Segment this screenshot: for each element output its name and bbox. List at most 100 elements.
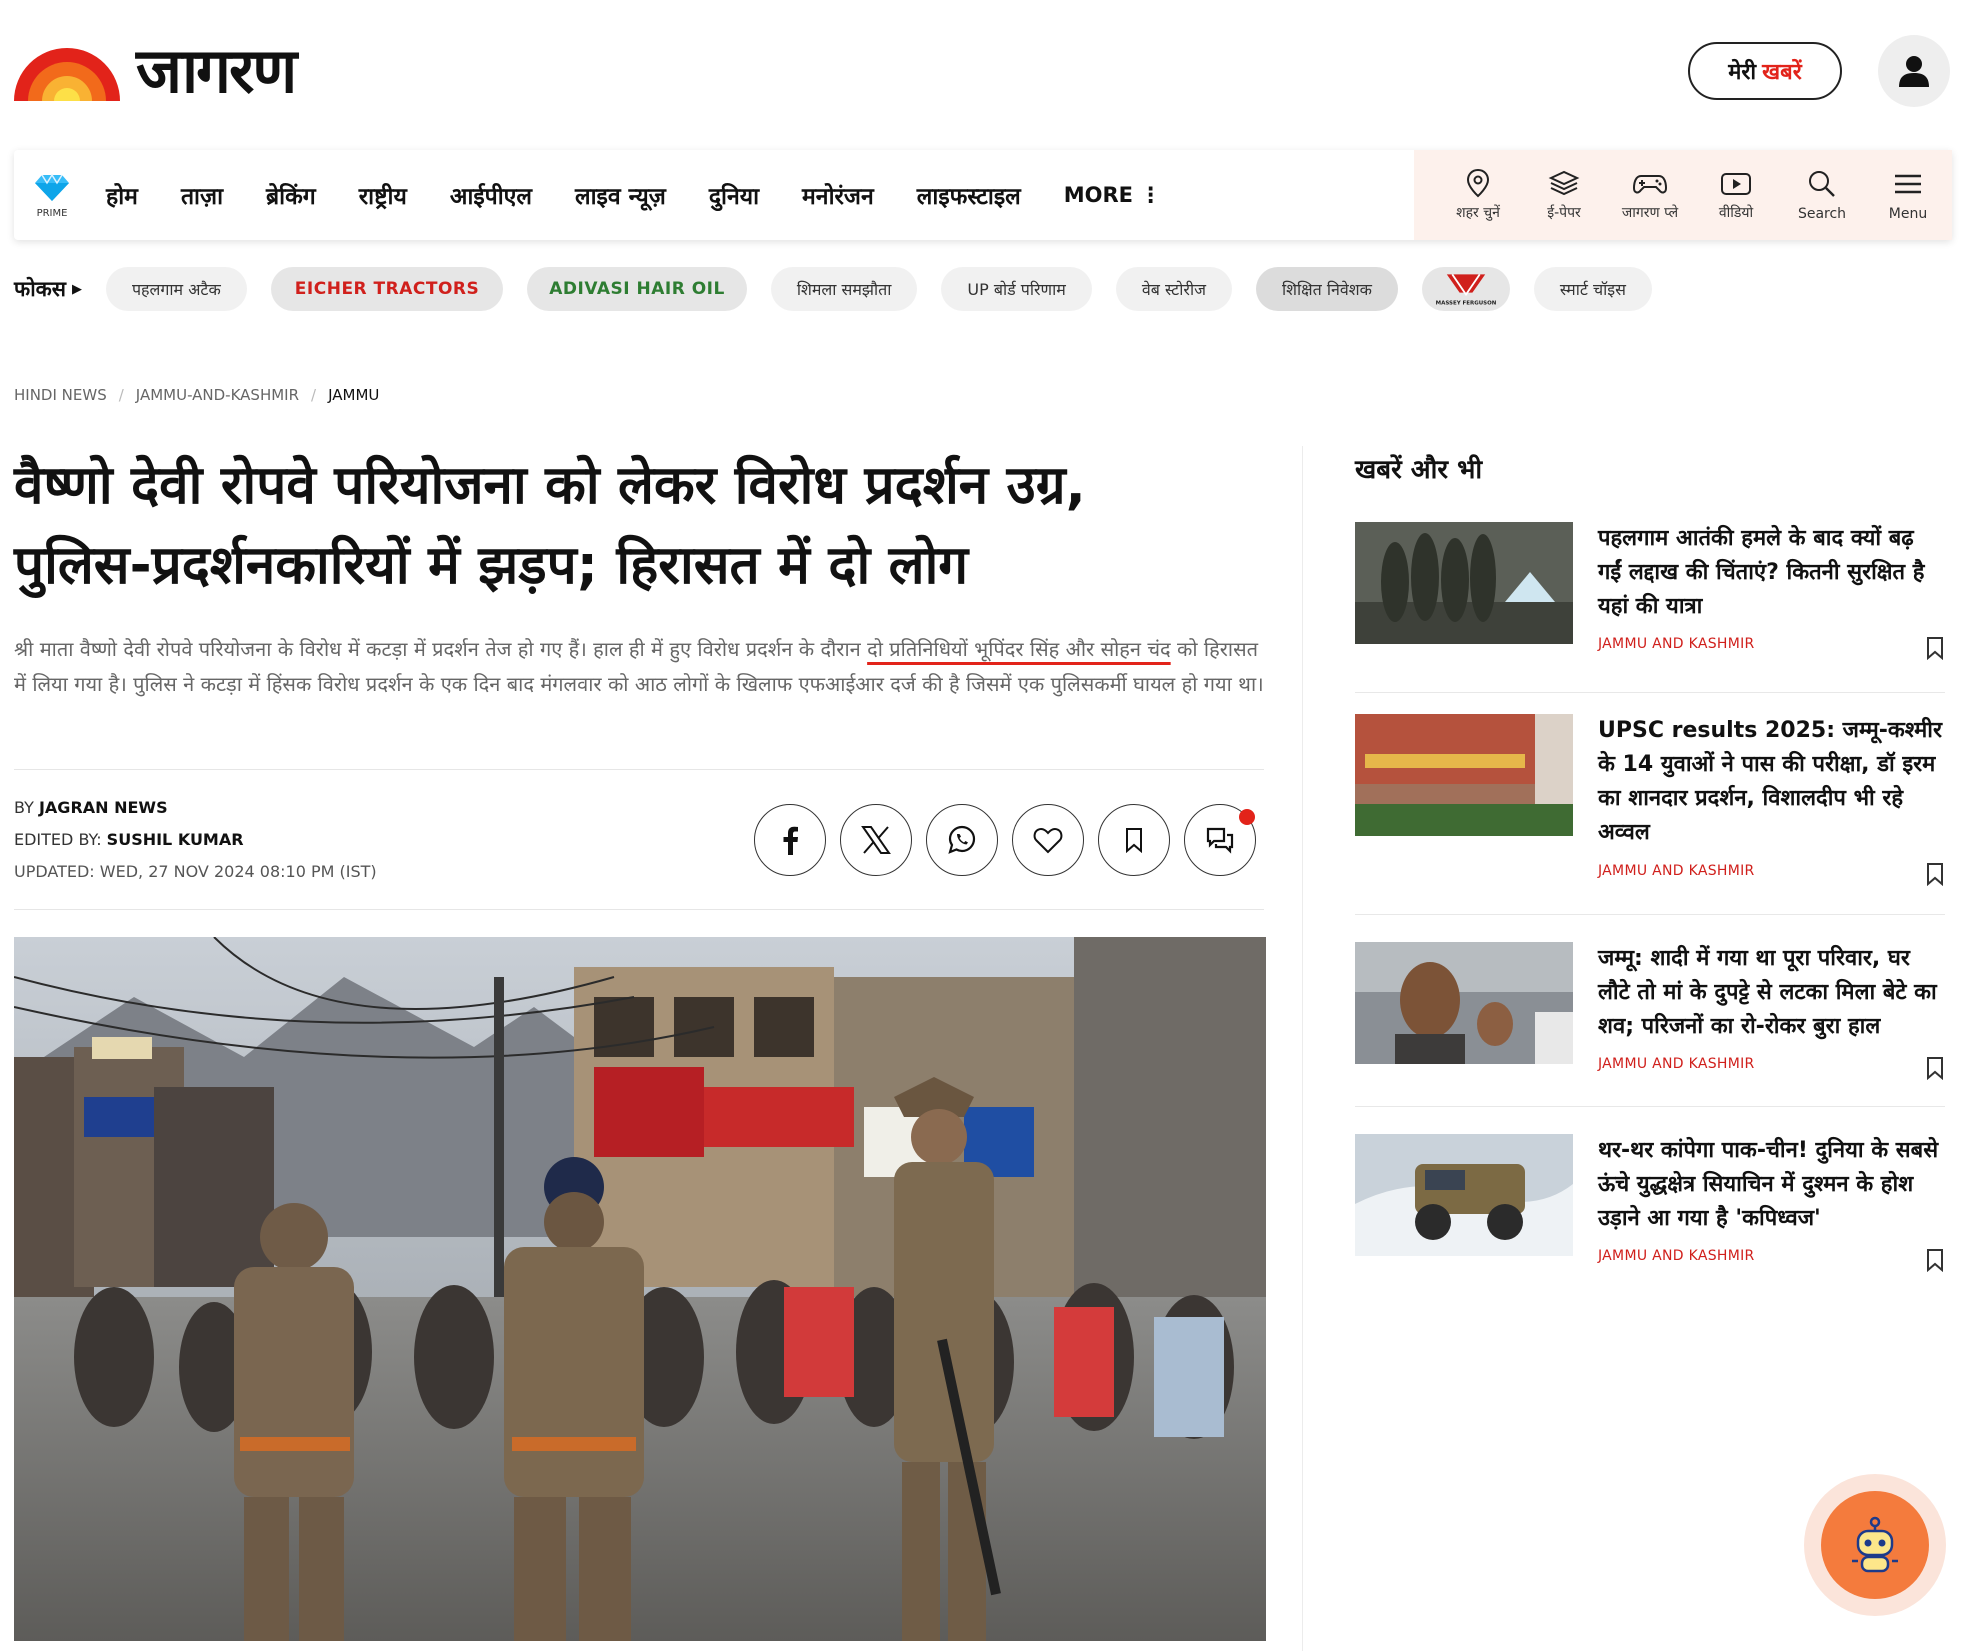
choose-city-label: शहर चुनें <box>1456 205 1500 221</box>
focus-chip-shimla[interactable]: शिमला समझौता <box>770 267 918 311</box>
news-headline[interactable]: थर-थर कांपेगा पाक-चीन! दुनिया के सबसे ऊं… <box>1598 1134 1943 1236</box>
gamepad-icon <box>1633 175 1667 194</box>
sidebar-news-card[interactable]: पहलगाम आतंकी हमले के बाद क्यों बढ़ गईं ल… <box>1355 522 1945 672</box>
nav-item-ipl[interactable]: आईपीएल <box>450 179 532 211</box>
news-category[interactable]: JAMMU AND KASHMIR <box>1598 1056 1755 1072</box>
bookmark-icon[interactable] <box>1925 636 1945 660</box>
comments-button[interactable] <box>1184 804 1256 876</box>
byline: BY JAGRAN NEWS <box>14 798 168 817</box>
focus-chip-web-stories[interactable]: वेब स्टोरीज <box>1115 267 1232 311</box>
main-navbar: PRIME होम ताज़ा ब्रेकिंग राष्ट्रीय आईपीए… <box>14 150 1952 240</box>
jagran-play-label: जागरण प्ले <box>1621 205 1679 221</box>
news-headline[interactable]: UPSC results 2025: जम्मू-कश्मीर के 14 यु… <box>1598 714 1943 850</box>
video-button[interactable]: वीडियो <box>1694 168 1778 222</box>
nav-item-national[interactable]: राष्ट्रीय <box>359 179 407 211</box>
robot-icon <box>1852 1516 1898 1573</box>
divider <box>1355 692 1945 693</box>
breadcrumb-hindi-news[interactable]: HINDI NEWS <box>14 386 107 404</box>
news-thumbnail[interactable] <box>1355 714 1573 836</box>
breadcrumb-jammu-kashmir[interactable]: JAMMU-AND-KASHMIR <box>136 386 299 404</box>
focus-chip-adivasi-ad[interactable]: ADIVASI HAIR OIL <box>527 267 747 311</box>
news-thumbnail[interactable] <box>1355 942 1573 1064</box>
nav-menu: होम ताज़ा ब्रेकिंग राष्ट्रीय आईपीएल लाइव… <box>106 150 1161 240</box>
news-thumbnail[interactable] <box>1355 1134 1573 1256</box>
heart-icon <box>1033 828 1063 854</box>
breadcrumb-jammu[interactable]: JAMMU <box>328 386 379 404</box>
man-portrait-thumbnail-image <box>1355 942 1573 1064</box>
bookmark-icon[interactable] <box>1925 862 1945 886</box>
prime-link[interactable]: PRIME <box>32 173 72 219</box>
jagran-logo[interactable]: जागरण <box>14 36 344 106</box>
meri-khabren-button[interactable]: मेरी खबरें <box>1688 42 1842 100</box>
focus-chip-eicher-ad[interactable]: EICHER TRACTORS <box>270 267 504 311</box>
article-summary: श्री माता वैष्णो देवी रोपवे परियोजना के … <box>14 632 1264 702</box>
epaper-button[interactable]: ई-पेपर <box>1522 168 1606 222</box>
author-name[interactable]: JAGRAN NEWS <box>39 798 168 817</box>
video-label: वीडियो <box>1718 205 1754 221</box>
video-play-icon <box>1721 173 1751 195</box>
focus-chip-smart-choice[interactable]: स्मार्ट चॉइस <box>1533 267 1652 311</box>
search-icon <box>1809 170 1835 197</box>
notification-dot <box>1239 809 1255 825</box>
choose-city-button[interactable]: शहर चुनें <box>1436 168 1520 222</box>
user-icon <box>1899 56 1929 87</box>
bookmark-icon[interactable] <box>1925 1056 1945 1080</box>
x-twitter-icon <box>861 826 891 854</box>
diamond-icon <box>35 173 69 201</box>
news-headline[interactable]: जम्मू: शादी में गया था पूरा परिवार, घर ल… <box>1598 942 1943 1044</box>
hamburger-menu-icon <box>1895 174 1921 193</box>
prime-label: PRIME <box>36 208 68 219</box>
summary-part-1: श्री माता वैष्णो देवी रोपवे परियोजना के … <box>14 637 868 661</box>
article-hero-image <box>14 937 1266 1641</box>
headline-line-1: वैष्णो देवी रोपवे परियोजना को लेकर विरोध… <box>14 455 1086 516</box>
jagran-play-button[interactable]: जागरण प्ले <box>1608 168 1692 222</box>
sun-logo-icon <box>14 48 120 101</box>
nav-item-live-news[interactable]: लाइव न्यूज़ <box>575 179 666 211</box>
sidebar-news-card[interactable]: जम्मू: शादी में गया था पूरा परिवार, घर ल… <box>1355 942 1945 1092</box>
column-divider <box>1302 446 1303 1651</box>
x-share-button[interactable] <box>840 804 912 876</box>
logo-wordmark: जागरण <box>136 34 297 107</box>
search-button[interactable]: Search <box>1780 169 1864 222</box>
focus-chip-massey-ferguson[interactable]: MASSEY FERGUSON <box>1421 267 1510 311</box>
nav-item-latest[interactable]: ताज़ा <box>181 179 223 211</box>
focus-chip-pahalgam[interactable]: पहलगाम अटैक <box>105 267 247 311</box>
more-news-title: खबरें और भी <box>1355 455 1483 485</box>
summary-highlight: दो प्रतिनिधियों भूपिंदर सिंह और सोहन चंद <box>867 637 1171 661</box>
bookmark-icon[interactable] <box>1925 1248 1945 1272</box>
divider <box>1355 1106 1945 1107</box>
news-headline[interactable]: पहलगाम आतंकी हमले के बाद क्यों बढ़ गईं ल… <box>1598 522 1943 624</box>
nav-more-button[interactable]: MORE ⋮ <box>1064 183 1162 207</box>
editor-name: SUSHIL KUMAR <box>106 830 244 849</box>
user-account-button[interactable] <box>1878 35 1950 107</box>
soldiers-thumbnail-image <box>1355 522 1573 644</box>
svg-text:MASSEY FERGUSON: MASSEY FERGUSON <box>1436 301 1497 307</box>
sidebar-news-card[interactable]: UPSC results 2025: जम्मू-कश्मीर के 14 यु… <box>1355 714 1945 886</box>
sidebar-news-card[interactable]: थर-थर कांपेगा पाक-चीन! दुनिया के सबसे ऊं… <box>1355 1134 1945 1284</box>
whatsapp-share-button[interactable] <box>926 804 998 876</box>
facebook-share-button[interactable] <box>754 804 826 876</box>
menu-button[interactable]: Menu <box>1866 169 1950 222</box>
nav-item-lifestyle[interactable]: लाइफस्टाइल <box>917 179 1021 211</box>
news-category[interactable]: JAMMU AND KASHMIR <box>1598 863 1755 879</box>
focus-chip-up-board[interactable]: UP बोर्ड परिणाम <box>941 267 1092 311</box>
nav-item-home[interactable]: होम <box>106 179 138 211</box>
bookmark-button[interactable] <box>1098 804 1170 876</box>
nav-item-breaking[interactable]: ब्रेकिंग <box>266 179 316 211</box>
news-category[interactable]: JAMMU AND KASHMIR <box>1598 1248 1755 1264</box>
news-thumbnail[interactable] <box>1355 522 1573 644</box>
nav-item-world[interactable]: दुनिया <box>709 179 759 211</box>
focus-chip-investor[interactable]: शिक्षित निवेशक <box>1255 267 1398 311</box>
whatsapp-icon <box>948 825 976 854</box>
epaper-icon <box>1548 170 1580 196</box>
breadcrumb-separator: / <box>311 386 317 404</box>
nav-item-entertainment[interactable]: मनोरंजन <box>802 179 874 211</box>
bookmark-icon <box>1126 828 1142 853</box>
nav-quick-links: शहर चुनें ई-पेपर जागरण प्ले वीडियो Searc… <box>1414 150 1952 240</box>
news-category[interactable]: JAMMU AND KASHMIR <box>1598 636 1755 652</box>
bot-circle <box>1821 1491 1929 1599</box>
divider <box>14 909 1264 910</box>
ai-assistant-button[interactable] <box>1804 1474 1946 1616</box>
divider <box>14 769 1264 770</box>
like-button[interactable] <box>1012 804 1084 876</box>
